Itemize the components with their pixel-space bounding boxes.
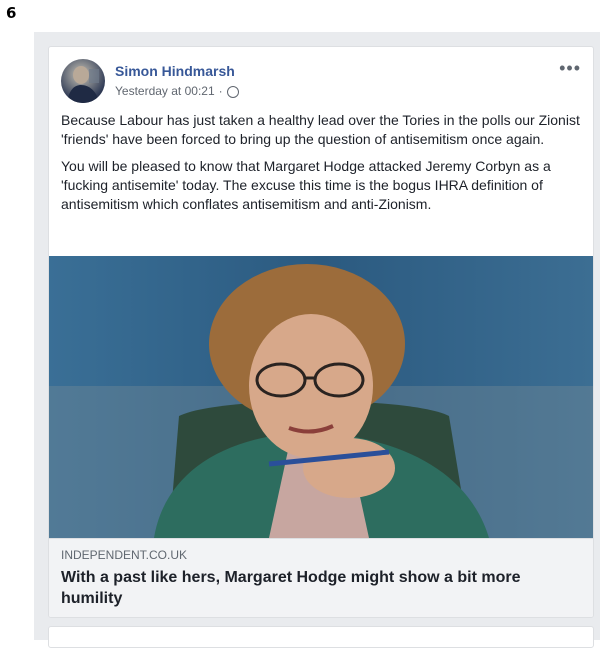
- post-body: Because Labour has just taken a healthy …: [61, 111, 583, 222]
- link-domain: INDEPENDENT.CO.UK: [61, 548, 188, 562]
- post-header: Simon Hindmarsh Yesterday at 00:21 · •••: [61, 59, 581, 107]
- next-post-card-edge: [48, 626, 594, 648]
- post-timestamp[interactable]: Yesterday at 00:21: [115, 84, 215, 98]
- author-name[interactable]: Simon Hindmarsh: [115, 63, 235, 79]
- avatar-photo: [67, 66, 99, 103]
- page-number: 6: [6, 4, 17, 22]
- post-card: Simon Hindmarsh Yesterday at 00:21 · •••…: [48, 46, 594, 618]
- link-preview-image[interactable]: [49, 256, 593, 538]
- news-photo: [49, 256, 593, 538]
- post-meta: Yesterday at 00:21 ·: [115, 84, 239, 98]
- link-preview-meta[interactable]: INDEPENDENT.CO.UK With a past like hers,…: [49, 538, 593, 617]
- meta-separator: ·: [218, 84, 223, 98]
- ellipsis-icon[interactable]: •••: [559, 59, 581, 77]
- author-avatar[interactable]: [61, 59, 105, 103]
- link-headline[interactable]: With a past like hers, Margaret Hodge mi…: [61, 567, 581, 609]
- post-paragraph: You will be pleased to know that Margare…: [61, 158, 551, 212]
- post-paragraph: Because Labour has just taken a healthy …: [61, 112, 580, 147]
- globe-icon[interactable]: [226, 86, 239, 98]
